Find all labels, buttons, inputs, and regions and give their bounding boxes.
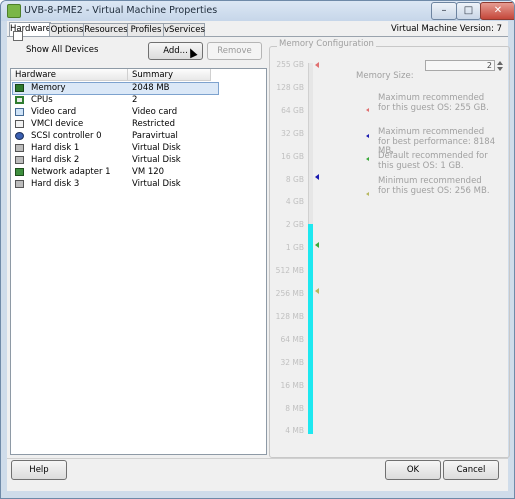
min-os-legend-icon	[366, 192, 369, 196]
row-hardware-name: Memory	[31, 83, 66, 93]
minimize-button[interactable]: –	[431, 2, 457, 20]
memory-scale-tick: 8 MB	[285, 403, 304, 413]
memory-scale-tick: 128 GB	[276, 82, 304, 92]
memory-scale-tick: 255 GB	[276, 60, 304, 69]
min-os-marker-icon	[315, 288, 319, 294]
button-bar-separator	[7, 458, 508, 459]
hardware-list: Hardware Summary Memory 2048 MB CPUs 2 V…	[10, 68, 267, 455]
table-row-network-adapter-1[interactable]: Network adapter 1 VM 120	[11, 166, 266, 178]
memory-scale-tick: 32 GB	[281, 128, 304, 138]
tab-resources[interactable]: Resources	[83, 23, 129, 36]
scsi-controller-icon	[15, 132, 24, 140]
hard-disk-icon	[15, 156, 24, 164]
row-summary: 2048 MB	[132, 83, 170, 93]
ok-button[interactable]: OK	[385, 460, 441, 480]
cancel-button[interactable]: Cancel	[443, 460, 499, 480]
row-hardware-name: CPUs	[31, 95, 53, 105]
spinner-up-icon[interactable]	[497, 61, 503, 65]
row-summary: Paravirtual	[132, 131, 178, 141]
info-max-os: Maximum recommended for this guest OS: 2…	[378, 93, 489, 113]
memory-scale-tick: 256 MB	[275, 289, 304, 298]
column-header-hardware[interactable]: Hardware	[11, 69, 128, 81]
memory-scale-tick: 8 GB	[285, 174, 304, 184]
spinner-down-icon[interactable]	[497, 67, 503, 71]
network-adapter-icon	[15, 168, 24, 176]
column-header-summary[interactable]: Summary	[128, 69, 211, 81]
dialog-client-area: Hardware Options Resources Profiles vSer…	[7, 21, 510, 491]
row-summary: 2	[132, 95, 138, 105]
row-hardware-name: Hard disk 2	[31, 155, 80, 165]
table-row-hard-disk-2[interactable]: Hard disk 2 Virtual Disk	[11, 154, 266, 166]
row-summary: Restricted	[132, 119, 176, 129]
memory-size-spinner[interactable]	[496, 60, 504, 72]
default-os-marker-icon	[315, 242, 319, 248]
virtual-machine-properties-window: UVB-8-PME2 - Virtual Machine Properties …	[0, 0, 515, 499]
hard-disk-icon	[15, 180, 24, 188]
memory-scale-tick: 4 GB	[285, 197, 304, 207]
table-row-hard-disk-3[interactable]: Hard disk 3 Virtual Disk	[11, 178, 266, 190]
info-min-os: Minimum recommended for this guest OS: 2…	[378, 176, 490, 196]
maximize-button[interactable]: □	[456, 2, 481, 20]
table-row-scsi-controller[interactable]: SCSI controller 0 Paravirtual	[11, 130, 266, 142]
default-os-legend-icon	[366, 157, 369, 161]
max-performance-marker-icon	[315, 174, 319, 180]
row-summary: Virtual Disk	[132, 143, 181, 153]
memory-scale-tick: 128 MB	[275, 311, 304, 321]
memory-scale-tick: 16 MB	[280, 380, 304, 390]
row-hardware-name: SCSI controller 0	[31, 131, 102, 141]
row-hardware-name: Hard disk 3	[31, 179, 80, 189]
table-row-cpus[interactable]: CPUs 2	[11, 94, 266, 106]
row-hardware-name: Video card	[31, 107, 77, 117]
tab-vservices[interactable]: vServices	[163, 23, 205, 36]
table-row-vmci-device[interactable]: VMCI device Restricted	[11, 118, 266, 130]
row-summary: VM 120	[132, 167, 165, 177]
tab-profiles[interactable]: Profiles	[127, 23, 165, 36]
info-default-os: Default recommended for this guest OS: 1…	[378, 151, 488, 171]
show-all-devices-checkbox[interactable]	[13, 31, 23, 41]
memory-slider-fill[interactable]	[308, 224, 313, 435]
hard-disk-icon	[15, 144, 24, 152]
memory-scale-tick: 64 MB	[280, 334, 304, 344]
help-button[interactable]: Help	[11, 460, 67, 480]
table-row-video-card[interactable]: Video card Video card	[11, 106, 266, 118]
memory-size-label: Memory Size:	[356, 71, 414, 81]
memory-configuration-title: Memory Configuration	[277, 39, 376, 49]
memory-scale-tick: 1 GB	[285, 243, 304, 253]
window-title: UVB-8-PME2 - Virtual Machine Properties	[24, 5, 218, 16]
table-row-memory[interactable]: Memory 2048 MB	[11, 82, 266, 95]
memory-size-input[interactable]: 2	[425, 60, 495, 71]
row-hardware-name: Network adapter 1	[31, 167, 111, 177]
row-summary: Video card	[132, 107, 178, 117]
max-performance-legend-icon	[366, 134, 369, 138]
close-button[interactable]: ✕	[480, 2, 514, 20]
memory-scale-tick: 512 MB	[275, 266, 304, 276]
vm-app-icon	[7, 4, 21, 18]
row-summary: Virtual Disk	[132, 179, 181, 189]
memory-scale-tick: 2 GB	[285, 220, 304, 230]
memory-scale-tick: 64 GB	[281, 105, 304, 115]
vmci-device-icon	[15, 120, 24, 128]
memory-scale-tick: 16 GB	[281, 151, 304, 161]
show-all-devices-label: Show All Devices	[26, 45, 99, 55]
title-bar[interactable]: UVB-8-PME2 - Virtual Machine Properties …	[1, 1, 514, 21]
max-os-legend-icon	[366, 108, 369, 112]
row-hardware-name: Hard disk 1	[31, 143, 80, 153]
remove-button[interactable]: Remove	[207, 42, 262, 60]
max-os-marker-icon	[315, 62, 319, 68]
row-hardware-name: VMCI device	[31, 119, 84, 129]
memory-scale-tick: 32 MB	[280, 357, 304, 367]
row-summary: Virtual Disk	[132, 155, 181, 165]
table-row-hard-disk-1[interactable]: Hard disk 1 Virtual Disk	[11, 142, 266, 154]
vm-version-label: Virtual Machine Version: 7	[391, 24, 502, 34]
tab-options[interactable]: Options	[49, 23, 85, 36]
memory-scale-tick: 4 MB	[285, 426, 304, 436]
memory-icon	[15, 84, 24, 92]
video-card-icon	[15, 108, 24, 116]
cpu-icon	[15, 96, 24, 104]
